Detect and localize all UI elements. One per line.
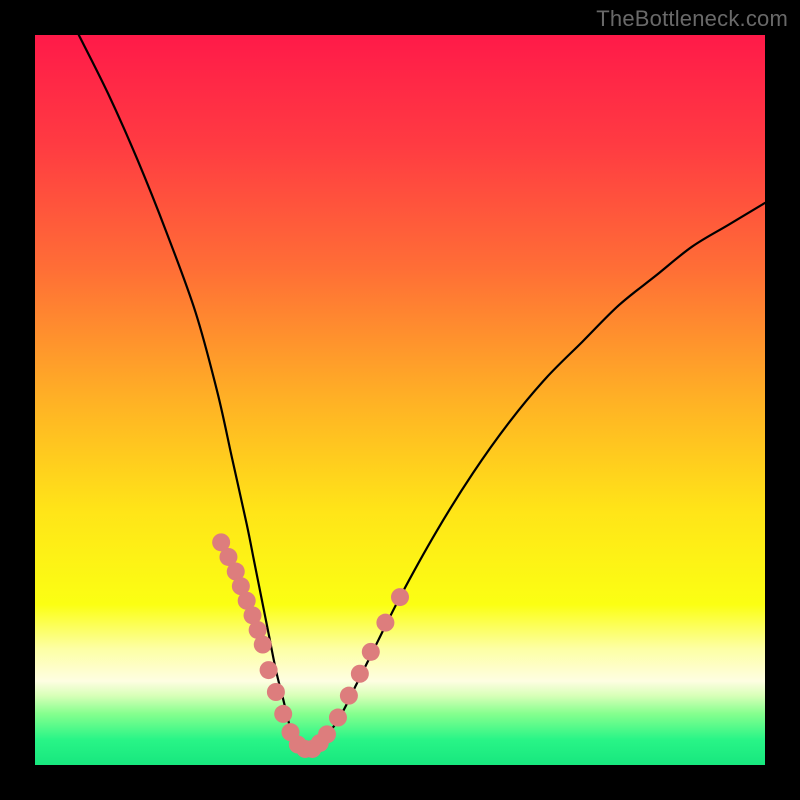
plot-area [35,35,765,765]
curve-marker [267,683,285,701]
curve-marker [260,661,278,679]
curve-marker [274,705,292,723]
curve-marker [362,643,380,661]
chart-frame: TheBottleneck.com [0,0,800,800]
curve-marker [254,636,272,654]
chart-svg [35,35,765,765]
gradient-background [35,35,765,765]
watermark-text: TheBottleneck.com [596,6,788,32]
curve-marker [391,588,409,606]
curve-marker [351,665,369,683]
curve-marker [376,614,394,632]
curve-marker [318,725,336,743]
curve-marker [340,687,358,705]
curve-marker [329,709,347,727]
